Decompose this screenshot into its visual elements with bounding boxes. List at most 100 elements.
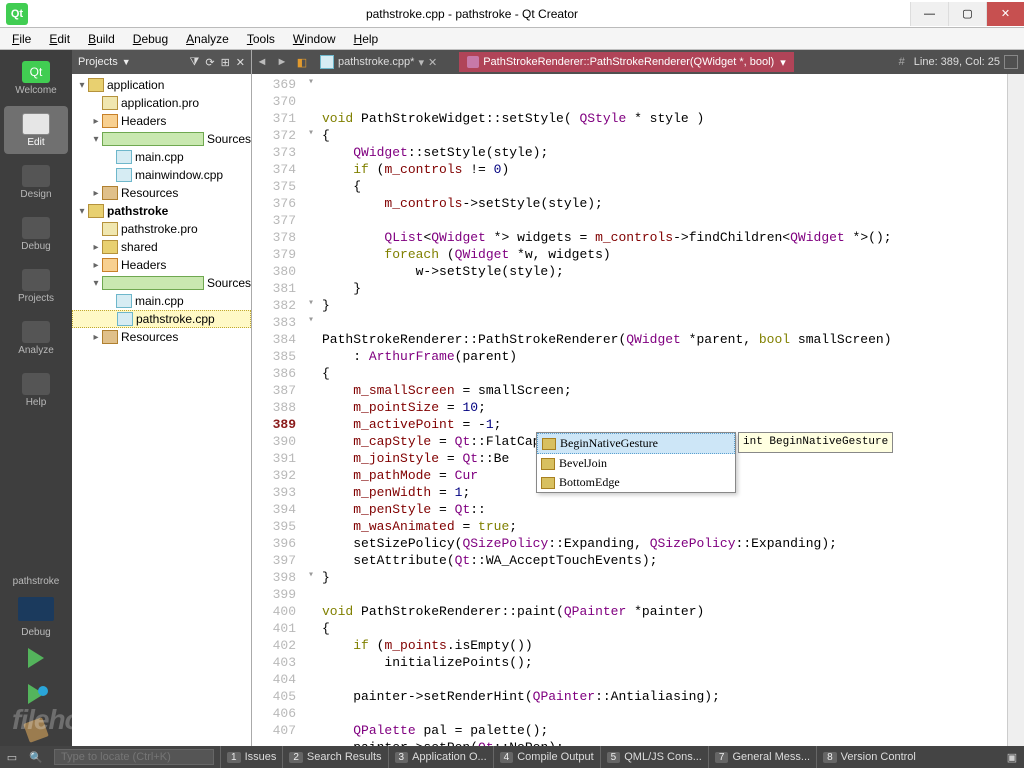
- line-col-readout[interactable]: # Line: 389, Col: 25: [893, 56, 1004, 68]
- maximize-button[interactable]: ▢: [948, 2, 986, 26]
- tree-twisty[interactable]: ▸: [90, 332, 102, 343]
- autocomplete-item[interactable]: BottomEdge: [537, 473, 735, 492]
- tree-item[interactable]: ▾Sources: [72, 130, 251, 148]
- tree-twisty[interactable]: ▸: [90, 242, 102, 253]
- autocomplete-label: BeginNativeGesture: [560, 435, 658, 452]
- output-toggle-icon[interactable]: ▣: [1000, 751, 1024, 764]
- mode-label: Debug: [21, 241, 50, 252]
- autocomplete-item[interactable]: BevelJoin: [537, 454, 735, 473]
- tree-item[interactable]: ▸Headers: [72, 112, 251, 130]
- nav-fwd-icon[interactable]: ►: [272, 56, 292, 68]
- tree-label: application.pro: [121, 96, 199, 110]
- sidebar-title[interactable]: Projects: [78, 56, 118, 68]
- menu-window[interactable]: Window: [285, 30, 344, 48]
- menu-tools[interactable]: Tools: [239, 30, 283, 48]
- tree-item[interactable]: main.cpp: [72, 292, 251, 310]
- mode-analyze[interactable]: Analyze: [4, 314, 68, 362]
- tree-item[interactable]: ▸shared: [72, 238, 251, 256]
- kit-selector-icon[interactable]: [18, 597, 54, 621]
- debug-run-button[interactable]: [28, 684, 44, 704]
- tree-twisty[interactable]: ▾: [76, 206, 88, 217]
- bookmark-icon[interactable]: ◧: [292, 56, 312, 69]
- mode-projects[interactable]: Projects: [4, 262, 68, 310]
- tree-twisty[interactable]: ▾: [90, 134, 102, 145]
- panel-label: Application O...: [412, 751, 487, 763]
- close-pane-icon[interactable]: ✕: [236, 56, 245, 69]
- panel-number: 7: [715, 752, 729, 763]
- tree-item[interactable]: main.cpp: [72, 148, 251, 166]
- tree-item[interactable]: ▸Headers: [72, 256, 251, 274]
- menu-help[interactable]: Help: [346, 30, 387, 48]
- edit-icon: [22, 113, 50, 135]
- sync-icon[interactable]: ⟳: [205, 56, 214, 69]
- menu-edit[interactable]: Edit: [41, 30, 78, 48]
- vertical-scrollbar[interactable]: [1007, 74, 1024, 746]
- autocomplete-item[interactable]: BeginNativeGesture: [537, 433, 735, 454]
- tree-label: Resources: [121, 186, 178, 200]
- tree-item[interactable]: ▾application: [72, 76, 251, 94]
- tree-twisty[interactable]: ▸: [90, 260, 102, 271]
- run-button[interactable]: [28, 648, 44, 668]
- locator-icon[interactable]: 🔍: [24, 751, 48, 764]
- source-text[interactable]: void PathStrokeWidget::setStyle( QStyle …: [318, 74, 1007, 746]
- output-panel-tab[interactable]: 3Application O...: [388, 746, 493, 768]
- mode-welcome[interactable]: QtWelcome: [4, 54, 68, 102]
- mode-help[interactable]: Help: [4, 366, 68, 414]
- project-tree[interactable]: ▾applicationapplication.pro▸Headers▾Sour…: [72, 74, 251, 746]
- autocomplete-tooltip: int BeginNativeGesture: [738, 432, 893, 453]
- autocomplete-popup[interactable]: BeginNativeGesture BevelJoinBottomEdge: [536, 432, 736, 493]
- title-bar: Qt pathstroke.cpp - pathstroke - Qt Crea…: [0, 0, 1024, 28]
- tab-close-icon[interactable]: ✕: [428, 56, 437, 69]
- dropdown-icon[interactable]: ▼: [122, 57, 131, 67]
- tree-item[interactable]: mainwindow.cpp: [72, 166, 251, 184]
- cpp-icon: [117, 312, 133, 326]
- menu-file[interactable]: File: [4, 30, 39, 48]
- menu-build[interactable]: Build: [80, 30, 123, 48]
- tree-item[interactable]: ▾pathstroke: [72, 202, 251, 220]
- output-panel-tab[interactable]: 5QML/JS Cons...: [600, 746, 708, 768]
- src-icon: [102, 132, 204, 146]
- proj-icon: [102, 240, 118, 254]
- code-editor[interactable]: 3693703713723733743753763773783793803813…: [252, 74, 1024, 746]
- autocomplete-label: BottomEdge: [559, 474, 620, 491]
- tree-twisty[interactable]: ▾: [90, 278, 102, 289]
- close-button[interactable]: ✕: [986, 2, 1024, 26]
- cpp-icon: [116, 294, 132, 308]
- menu-analyze[interactable]: Analyze: [178, 30, 237, 48]
- file-tab[interactable]: pathstroke.cpp* ▾ ✕: [312, 50, 445, 74]
- app-icon: Qt: [6, 3, 28, 25]
- output-panel-tab[interactable]: 4Compile Output: [493, 746, 600, 768]
- tree-item[interactable]: ▸Resources: [72, 328, 251, 346]
- mode-edit[interactable]: Edit: [4, 106, 68, 154]
- menu-debug[interactable]: Debug: [125, 30, 176, 48]
- tree-item[interactable]: pathstroke.pro: [72, 220, 251, 238]
- tree-twisty[interactable]: ▸: [90, 116, 102, 127]
- tree-twisty[interactable]: ▾: [76, 80, 88, 91]
- output-panel-tab[interactable]: 8Version Control: [816, 746, 922, 768]
- fold-gutter[interactable]: ▾▾▾▾▾: [304, 74, 318, 746]
- output-panel-tab[interactable]: 7General Mess...: [708, 746, 816, 768]
- panel-label: Issues: [245, 751, 277, 763]
- output-panel-tab[interactable]: 1Issues: [220, 746, 282, 768]
- filter-icon[interactable]: ⧩: [190, 56, 200, 69]
- toggle-sidebar-icon[interactable]: ▭: [0, 751, 24, 764]
- split-editor-icon[interactable]: [1004, 55, 1018, 69]
- symbol-selector[interactable]: PathStrokeRenderer::PathStrokeRenderer(Q…: [459, 52, 794, 72]
- sidebar-header: Projects ▼ ⧩ ⟳ ⊞ ✕: [72, 50, 251, 74]
- tree-item[interactable]: pathstroke.cpp: [72, 310, 251, 328]
- tree-item[interactable]: ▾Sources: [72, 274, 251, 292]
- build-button[interactable]: [23, 717, 49, 743]
- output-panel-tab[interactable]: 2Search Results: [282, 746, 387, 768]
- split-icon[interactable]: ⊞: [221, 56, 230, 69]
- tab-dropdown-icon[interactable]: ▾: [418, 56, 424, 69]
- tree-item[interactable]: application.pro: [72, 94, 251, 112]
- tree-twisty[interactable]: ▸: [90, 188, 102, 199]
- nav-back-icon[interactable]: ◄: [252, 56, 272, 68]
- kit-config-label: Debug: [21, 627, 50, 638]
- minimize-button[interactable]: —: [910, 2, 948, 26]
- tree-label: main.cpp: [135, 150, 184, 164]
- tree-item[interactable]: ▸ Resources: [72, 184, 251, 202]
- locator-input[interactable]: [54, 749, 214, 765]
- mode-design[interactable]: Design: [4, 158, 68, 206]
- mode-debug[interactable]: Debug: [4, 210, 68, 258]
